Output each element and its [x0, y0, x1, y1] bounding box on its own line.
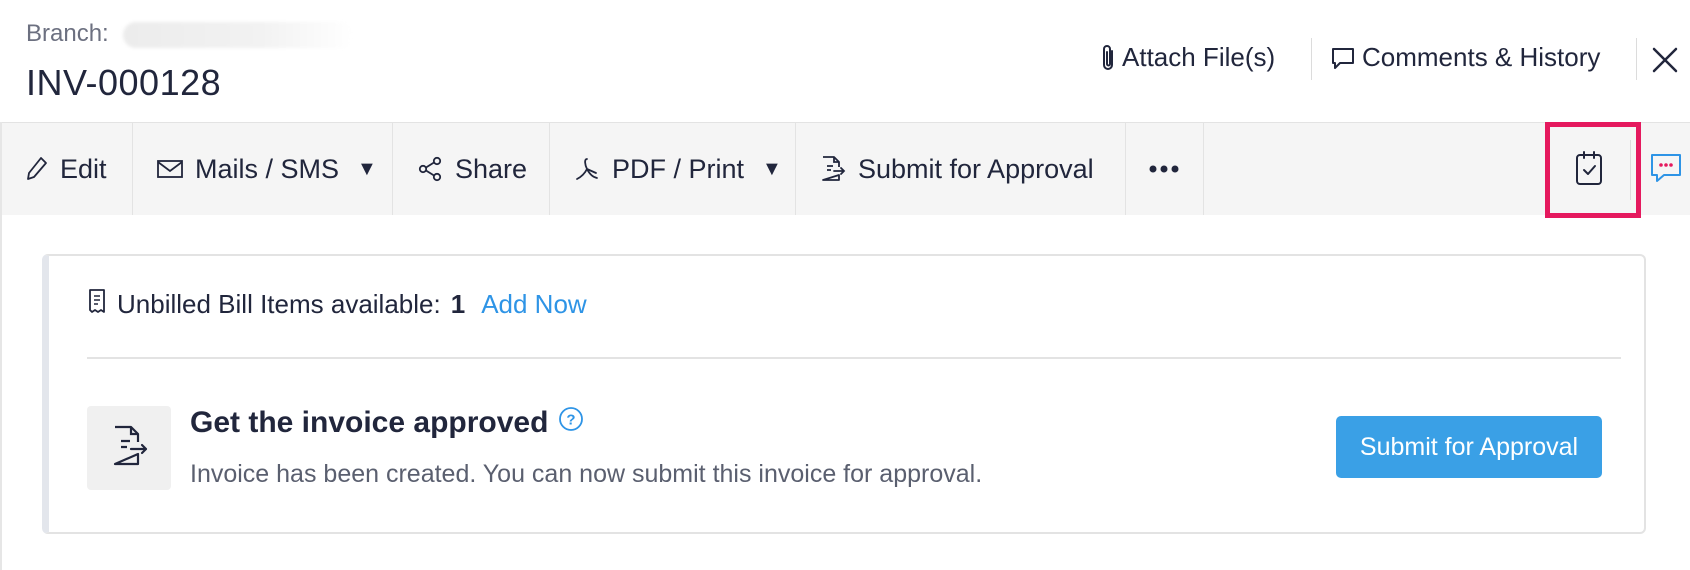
- card-divider: [87, 357, 1621, 359]
- attach-files-label: Attach File(s): [1122, 42, 1276, 72]
- document-submit-icon: [820, 155, 846, 183]
- submit-for-approval-label: Submit for Approval: [858, 153, 1094, 184]
- invoice-header: Branch: INV-000128 Attach File(s) Commen…: [0, 0, 1690, 122]
- mail-icon: [157, 159, 183, 179]
- more-options-button[interactable]: [1126, 123, 1204, 215]
- mails-sms-button[interactable]: Mails / SMS ▼: [133, 123, 393, 215]
- comments-history-label: Comments & History: [1362, 42, 1601, 72]
- share-label: Share: [455, 153, 528, 184]
- branch-value-redacted: [123, 22, 353, 48]
- pdf-icon: [574, 156, 600, 182]
- submit-for-approval-button[interactable]: Submit for Approval: [1336, 416, 1602, 478]
- share-button[interactable]: Share: [393, 123, 550, 215]
- pdf-print-button[interactable]: PDF / Print ▼: [550, 123, 796, 215]
- close-button[interactable]: [1650, 45, 1680, 80]
- more-horizontal-icon: [1148, 164, 1180, 174]
- clipboard-check-icon: [1574, 150, 1604, 191]
- unbilled-items-label: Unbilled Bill Items available:: [117, 289, 441, 319]
- chat-icon: [1648, 154, 1684, 190]
- invoice-number-title: INV-000128: [26, 62, 222, 103]
- toolbar-divider: [1630, 140, 1631, 200]
- header-divider: [1636, 38, 1637, 80]
- header-divider: [1311, 38, 1312, 80]
- chevron-down-icon: ▼: [762, 157, 782, 180]
- unbilled-items-count: 1: [450, 289, 466, 319]
- approval-document-tile: [87, 406, 171, 490]
- edit-label: Edit: [60, 153, 107, 184]
- approval-checklist-button[interactable]: [1565, 146, 1613, 194]
- mails-sms-label: Mails / SMS: [195, 153, 340, 184]
- add-now-link[interactable]: Add Now: [481, 289, 587, 320]
- pencil-icon: [26, 156, 48, 182]
- invoice-status-card: Unbilled Bill Items available: 1 Add Now…: [42, 254, 1646, 534]
- paperclip-icon: [1100, 43, 1116, 73]
- svg-text:?: ?: [567, 412, 576, 429]
- share-icon: [417, 156, 443, 182]
- attach-files-button[interactable]: Attach File(s): [1100, 42, 1275, 73]
- approval-title-text: Get the invoice approved: [190, 406, 549, 439]
- branch-label: Branch:: [26, 20, 109, 47]
- pdf-print-label: PDF / Print: [612, 153, 745, 184]
- help-icon[interactable]: ?: [558, 406, 584, 440]
- comment-bubble-icon: [1330, 45, 1356, 71]
- receipt-icon: [87, 288, 107, 321]
- approval-description: Invoice has been created. You can now su…: [190, 460, 983, 488]
- unbilled-items-row: Unbilled Bill Items available: 1 Add Now: [87, 288, 587, 321]
- edit-button[interactable]: Edit: [2, 123, 133, 215]
- close-icon: [1650, 47, 1680, 79]
- chevron-down-icon: ▼: [357, 157, 377, 180]
- chat-button[interactable]: [1648, 150, 1684, 191]
- approval-title: Get the invoice approved ?: [190, 406, 584, 440]
- document-submit-icon: [109, 424, 149, 473]
- submit-for-approval-toolbar-button[interactable]: Submit for Approval: [796, 123, 1126, 215]
- invoice-toolbar: Edit Mails / SMS ▼ Share PDF / Print ▼ S…: [2, 122, 1690, 215]
- comments-history-button[interactable]: Comments & History: [1330, 42, 1600, 73]
